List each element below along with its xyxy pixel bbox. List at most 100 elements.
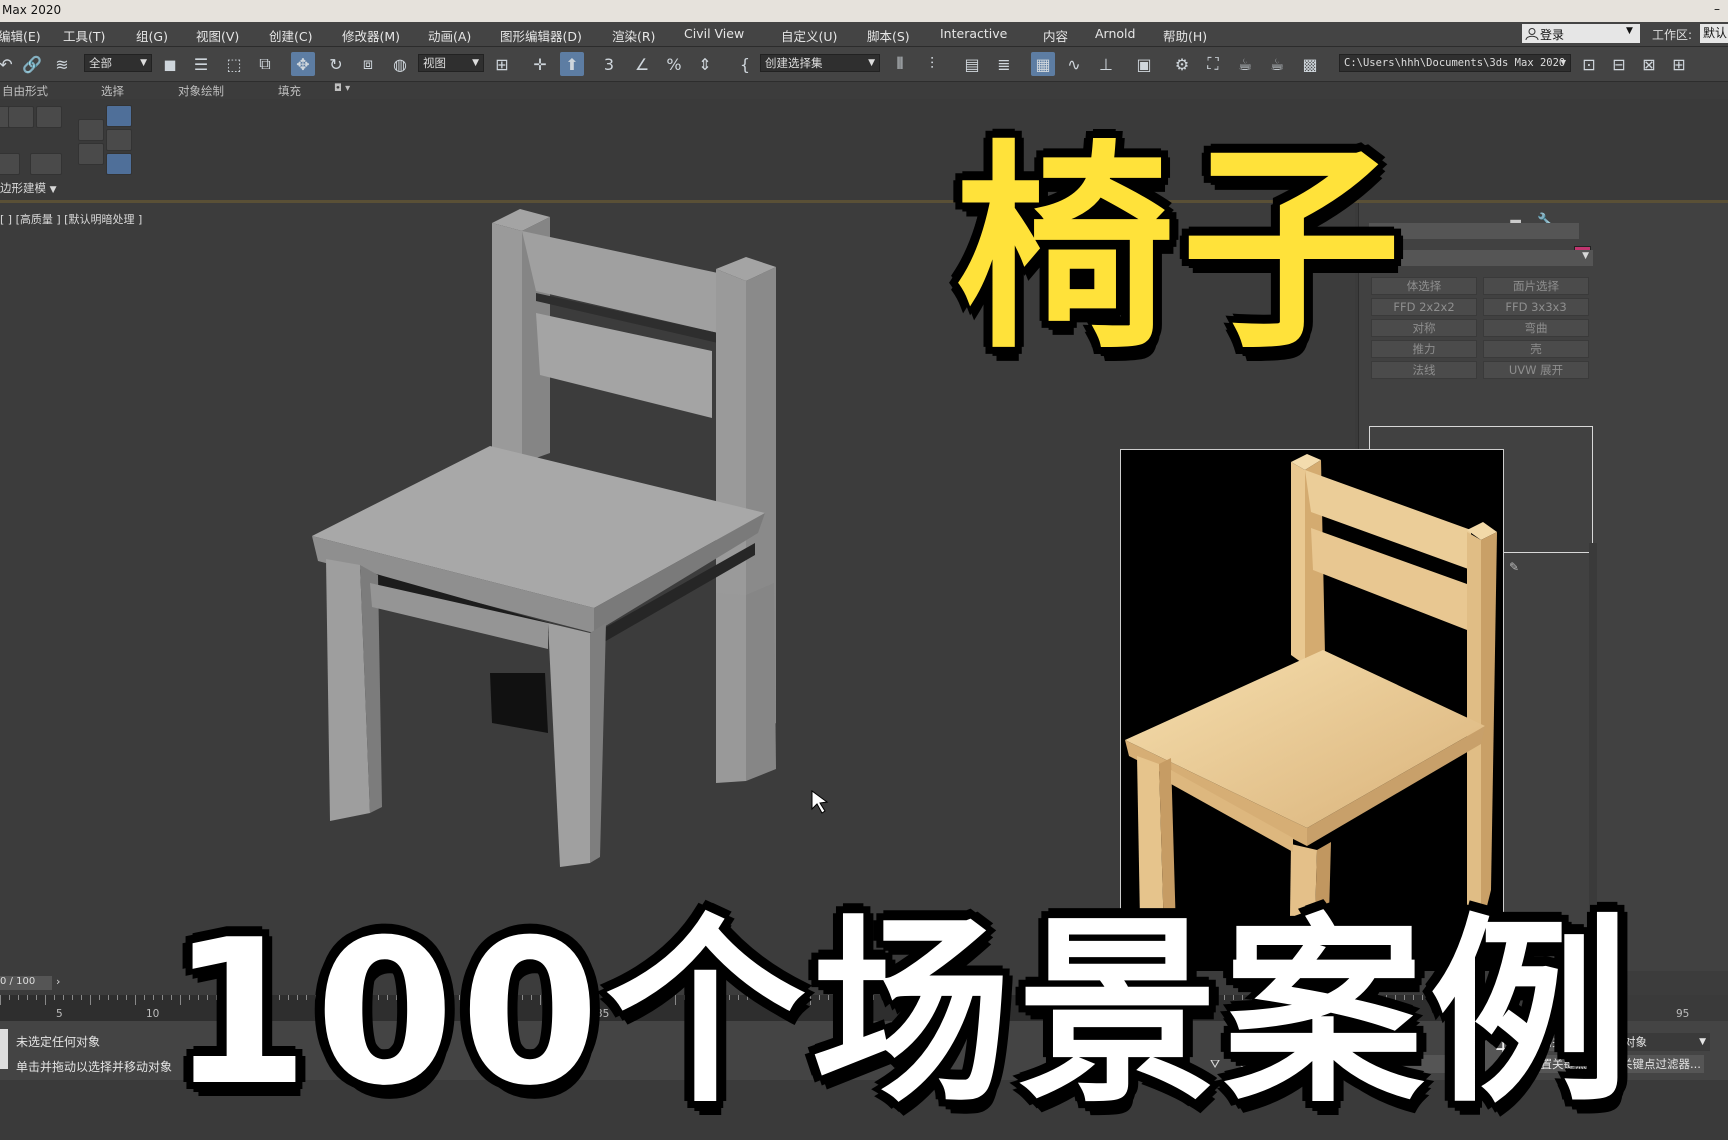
show-cage-icon[interactable] [106,105,132,127]
modifier-button[interactable]: UVW 展开 [1483,361,1589,379]
selection-filter-dropdown[interactable]: 全部 ▼ [84,54,152,72]
workspace-label: 工作区: [1652,28,1693,42]
spinner-snap-icon[interactable]: ⇕ [693,52,717,76]
menu-item[interactable]: 工具(T) [63,26,105,45]
tick-mark [81,995,82,1000]
polygon-modeling-label: 边形建模 [0,181,46,195]
bind-spacewarp-icon[interactable]: ≋ [50,52,74,76]
window-crossing-icon[interactable]: ⧉ [253,52,277,76]
modifier-button[interactable]: 面片选择 [1483,277,1589,295]
project-path-dropdown[interactable]: C:\Users\hhh\Documents\3ds Max 2020 ▼ [1339,54,1571,72]
tab-populate[interactable]: 填充 [278,83,301,99]
menu-item[interactable]: 渲染(R) [612,26,655,45]
menu-item[interactable]: Interactive [940,26,1007,41]
configure-sets-icon[interactable]: ✎ [1509,560,1519,574]
menu-item[interactable]: 组(G) [136,26,168,45]
named-selection-dropdown[interactable]: 创建选择集 ▼ [760,54,880,72]
rotate-icon[interactable]: ↻ [324,52,348,76]
keyboard-shortcut-icon[interactable]: ⬆ [560,52,584,76]
tick-mark [108,995,109,1000]
align-icon[interactable]: ⫶ [920,52,944,76]
tick-mark [126,995,127,1000]
selection-status: 未选定任何对象 [16,1035,101,1049]
menu-item[interactable]: 创建(C) [269,26,312,45]
mirror-icon[interactable]: ⫴ [888,52,912,76]
maxscript-listener[interactable] [0,1029,8,1069]
workspace-dropdown[interactable]: 默认 [1700,24,1728,43]
preserve-uv-icon[interactable] [78,119,104,141]
mouse-cursor-icon [811,790,829,814]
menu-item[interactable]: 内容 [1043,26,1068,45]
select-by-name-icon[interactable]: ☰ [189,52,213,76]
chevron-down-icon: ▼ [472,58,479,68]
scale-icon[interactable]: ⧈ [356,52,380,76]
project-set-icon[interactable]: ⊞ [1667,52,1691,76]
link-icon[interactable]: 🔗 [20,52,44,76]
chevron-down-icon: ▼ [1699,1037,1706,1047]
place-icon[interactable]: ◍ [388,52,412,76]
menu-item[interactable]: 视图(V) [196,26,239,45]
time-slider[interactable]: 0 / 100 [0,976,52,990]
ribbon-tabs: 自由形式 选择 对象绘制 填充 ◘ ▾ [0,82,1728,99]
main-toolbar: ↶ 🔗 ≋ 全部 ▼ ◼ ☰ ⬚ ⧉ ✥ ↻ ⧈ ◍ 视图 ▼ ⊞ ✛ ⬆ 3 ∠ … [0,47,1728,82]
select-object-icon[interactable]: ◼ [158,52,182,76]
tick-mark [117,995,118,1000]
window-titlebar: Max 2020 – [0,0,1728,22]
chevron-down-icon: ▼ [140,58,147,68]
ribbon-panel [0,99,1728,179]
project-create-icon[interactable]: ⊠ [1637,52,1661,76]
tick-mark [9,995,10,1000]
tick-label: 95 [1676,1008,1690,1020]
menu-item[interactable]: 脚本(S) [867,26,910,45]
chevron-down-icon: ▼ [49,185,57,195]
modifier-button[interactable]: 壳 [1483,340,1589,358]
login-dropdown[interactable]: 登录 ▼ [1522,24,1640,43]
repeat-last-icon[interactable] [78,143,104,165]
tab-object-paint[interactable]: 对象绘制 [178,83,224,99]
snap-toggle-icon[interactable]: 3 [597,52,621,76]
menu-item[interactable]: Civil View [684,26,744,41]
project-folder-icon[interactable]: ⊡ [1577,52,1601,76]
prompt-line: 单击并拖动以选择并移动对象 [16,1060,173,1074]
menu-item[interactable]: 动画(A) [428,26,471,45]
minimize-button[interactable]: – [1714,2,1720,16]
menu-item[interactable]: 修改器(M) [342,26,400,45]
poly-mode-icon[interactable] [36,106,62,128]
ribbon-options-icon[interactable]: ◘ ▾ [334,83,350,94]
tick-mark [27,995,28,1000]
menu-item[interactable]: 图形编辑器(D) [500,26,582,45]
element-mode-icon[interactable] [30,153,62,175]
chevron-right-icon[interactable]: › [56,975,60,988]
edge-mode-icon[interactable] [8,106,34,128]
reference-coord-dropdown[interactable]: 视图 ▼ [418,54,484,72]
menu-item[interactable]: 自定义(U) [781,26,837,45]
pivot-icon[interactable]: ⊞ [490,52,514,76]
use-nurms-icon[interactable] [106,153,132,175]
selection-filter-value: 全部 [89,56,112,70]
modify-mode-icon[interactable] [0,153,20,175]
polygon-modeling-dropdown[interactable]: 边形建模 ▼ [0,180,57,196]
tick-mark [54,995,55,1000]
menu-item[interactable]: Arnold [1095,26,1135,41]
edit-named-selection-icon[interactable]: { [733,52,757,76]
tick-mark [90,995,91,1005]
tab-selection[interactable]: 选择 [101,83,124,99]
tick-mark [0,995,1,1005]
manipulate-icon[interactable]: ✛ [528,52,552,76]
tab-freeform[interactable]: 自由形式 [2,83,48,99]
modifier-button[interactable]: 弯曲 [1483,319,1589,337]
percent-snap-icon[interactable]: % [662,52,686,76]
menu-item[interactable]: 编辑(E) [0,26,41,45]
undo-icon[interactable]: ↶ [0,52,18,76]
tick-mark [153,995,154,1000]
tick-mark [99,995,100,1000]
angle-snap-icon[interactable]: ∠ [630,52,654,76]
rect-selection-icon[interactable]: ⬚ [222,52,246,76]
project-open-icon[interactable]: ⊟ [1607,52,1631,76]
modifier-button[interactable]: FFD 3x3x3 [1483,298,1589,316]
user-icon [1525,28,1539,41]
quickslice-icon[interactable] [106,129,132,151]
menu-item[interactable]: 帮助(H) [1163,26,1207,45]
move-icon[interactable]: ✥ [291,52,315,76]
thumbnail-subtitle: 100个场景案例 [170,897,1636,1130]
